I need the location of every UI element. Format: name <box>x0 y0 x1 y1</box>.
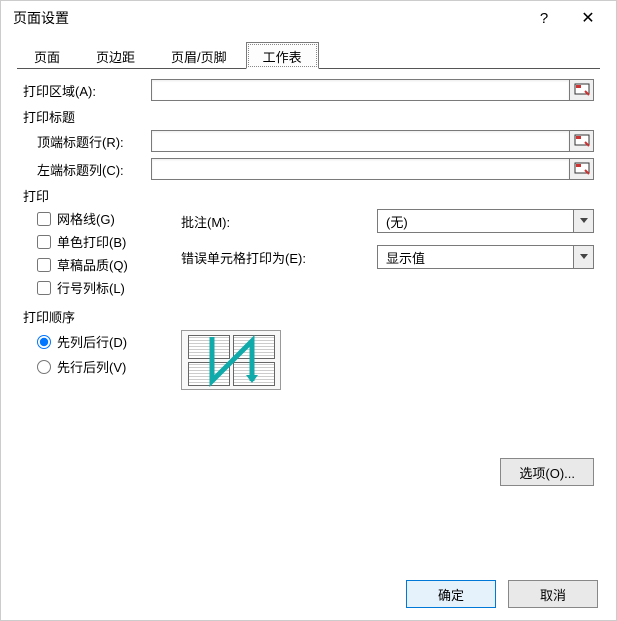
comments-label: 批注(M): <box>181 212 377 231</box>
order-section: 打印顺序 <box>23 307 594 326</box>
tab-margins[interactable]: 页边距 <box>79 42 152 69</box>
top-row-input[interactable] <box>151 130 570 152</box>
print-area-picker-icon[interactable] <box>570 79 594 101</box>
left-col-input[interactable] <box>151 158 570 180</box>
options-button[interactable]: 选项(O)... <box>500 458 594 486</box>
left-col-label: 左端标题列(C): <box>23 160 151 179</box>
print-area-label: 打印区域(A): <box>23 81 151 100</box>
top-row-picker-icon[interactable] <box>570 130 594 152</box>
tab-page[interactable]: 页面 <box>17 42 77 69</box>
top-row-label: 顶端标题行(R): <box>23 132 151 151</box>
errors-dropdown[interactable]: 显示值 <box>377 245 594 269</box>
tab-strip: 页面 页边距 页眉/页脚 工作表 <box>17 41 600 69</box>
comments-dropdown[interactable]: (无) <box>377 209 594 233</box>
tab-header-footer[interactable]: 页眉/页脚 <box>154 42 244 69</box>
chevron-down-icon <box>573 246 593 268</box>
order-preview-icon <box>181 330 281 390</box>
help-button[interactable]: ? <box>522 3 566 33</box>
draft-checkbox[interactable]: 草稿品质(Q) <box>23 255 181 274</box>
print-section: 打印 <box>23 186 594 205</box>
close-button[interactable]: ✕ <box>566 3 610 33</box>
row-col-headings-checkbox[interactable]: 行号列标(L) <box>23 278 181 297</box>
gridlines-checkbox[interactable]: 网格线(G) <box>23 209 181 228</box>
tab-sheet[interactable]: 工作表 <box>246 42 319 69</box>
print-area-input[interactable] <box>151 79 570 101</box>
left-col-picker-icon[interactable] <box>570 158 594 180</box>
chevron-down-icon <box>573 210 593 232</box>
over-then-down-radio[interactable]: 先行后列(V) <box>23 357 181 376</box>
black-white-checkbox[interactable]: 单色打印(B) <box>23 232 181 251</box>
window-title: 页面设置 <box>13 8 522 28</box>
errors-value: 显示值 <box>386 248 425 267</box>
ok-button[interactable]: 确定 <box>406 580 496 608</box>
down-then-over-radio[interactable]: 先列后行(D) <box>23 332 181 351</box>
errors-label: 错误单元格打印为(E): <box>181 248 377 267</box>
comments-value: (无) <box>386 212 408 231</box>
cancel-button[interactable]: 取消 <box>508 580 598 608</box>
print-titles-section: 打印标题 <box>23 107 594 126</box>
titlebar: 页面设置 ? ✕ <box>1 1 616 35</box>
